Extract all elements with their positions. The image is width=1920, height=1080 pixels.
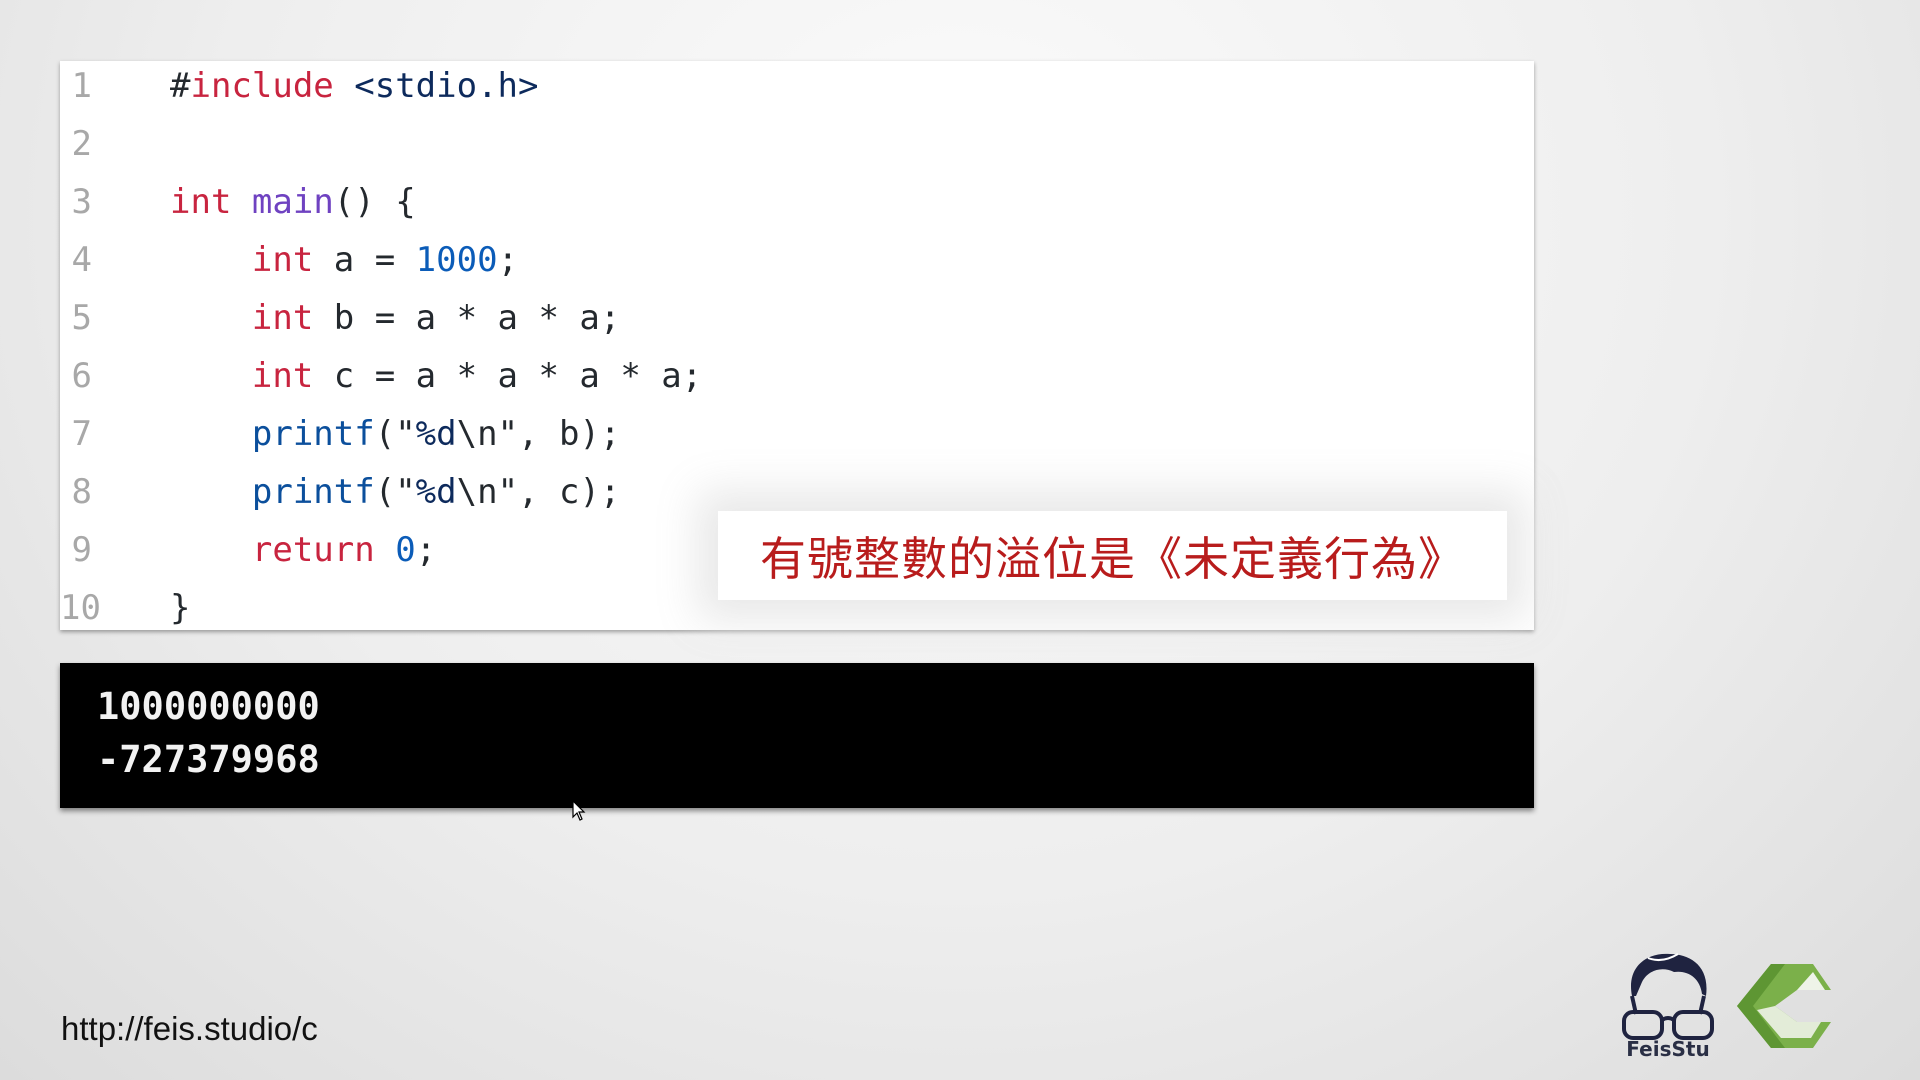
code-token: include	[190, 66, 334, 106]
code-token: int	[170, 182, 232, 222]
line-number: 1	[71, 66, 92, 106]
code-token: b = a * a * a;	[313, 298, 621, 338]
code-token: () {	[333, 182, 416, 222]
code-token: \n", c);	[456, 472, 621, 512]
code-text: printf("%d\n", c);	[170, 463, 621, 521]
footer-url[interactable]: http://feis.studio/c	[61, 1010, 318, 1048]
code-token: int	[251, 240, 314, 280]
code-token: ("	[374, 414, 416, 454]
line-number: 9	[71, 530, 92, 570]
line-number: 8	[71, 472, 92, 512]
code-token: a =	[313, 240, 416, 280]
line-number: 10	[60, 588, 101, 628]
mouse-cursor-icon	[572, 800, 586, 821]
code-token: int	[251, 298, 314, 338]
line-number: 4	[71, 240, 92, 280]
code-token: ;	[415, 530, 437, 570]
code-line: 7 printf("%d\n", b);	[60, 405, 1534, 463]
line-number: 3	[71, 182, 92, 222]
terminal-output: 1000000000 -727379968	[60, 663, 1534, 808]
code-line: 5 int b = a * a * a;	[60, 289, 1534, 347]
code-token: #	[170, 66, 191, 106]
feisstu-face-logo-icon: FeisStu	[1622, 953, 1714, 1060]
code-token: c = a * a * a * a;	[313, 356, 703, 396]
c-language-logo-icon	[1737, 964, 1831, 1048]
code-token: printf	[251, 414, 375, 454]
terminal-line: 1000000000	[97, 685, 320, 728]
code-token: ("	[374, 472, 416, 512]
code-token: return	[251, 530, 375, 570]
code-token: \n", b);	[456, 414, 621, 454]
code-token: %d	[415, 414, 457, 454]
code-text: printf("%d\n", b);	[170, 405, 621, 463]
code-text: int c = a * a * a * a;	[170, 347, 702, 405]
code-token: int	[251, 356, 314, 396]
callout-undefined-behavior: 有號整數的溢位是《未定義行為》	[718, 511, 1507, 600]
code-token: ;	[497, 240, 519, 280]
line-number: 5	[71, 298, 92, 338]
code-line: 1 #include <stdio.h>	[60, 57, 1534, 115]
code-line: 3 int main() {	[60, 173, 1534, 231]
line-number: 2	[71, 124, 92, 164]
terminal-line: -727379968	[97, 738, 320, 781]
code-text: return 0;	[170, 521, 436, 579]
feisstu-label: FeisStu	[1626, 1037, 1709, 1060]
code-token: printf	[251, 472, 375, 512]
code-text: int a = 1000;	[170, 231, 518, 289]
code-token: <stdio.h>	[333, 66, 539, 106]
code-token: 0	[395, 530, 416, 570]
line-number: 7	[71, 414, 92, 454]
code-token: }	[170, 588, 191, 628]
code-token: %d	[415, 472, 457, 512]
code-line: 2	[60, 115, 1534, 173]
code-text: int main() {	[170, 173, 416, 231]
line-number: 6	[71, 356, 92, 396]
code-token: 1000	[415, 240, 498, 280]
code-line: 6 int c = a * a * a * a;	[60, 347, 1534, 405]
code-text: #include <stdio.h>	[170, 57, 538, 115]
code-text: int b = a * a * a;	[170, 289, 620, 347]
code-text: }	[170, 579, 190, 637]
code-line: 4 int a = 1000;	[60, 231, 1534, 289]
callout-text: 有號整數的溢位是《未定義行為》	[760, 531, 1465, 586]
code-token: main	[251, 182, 334, 222]
